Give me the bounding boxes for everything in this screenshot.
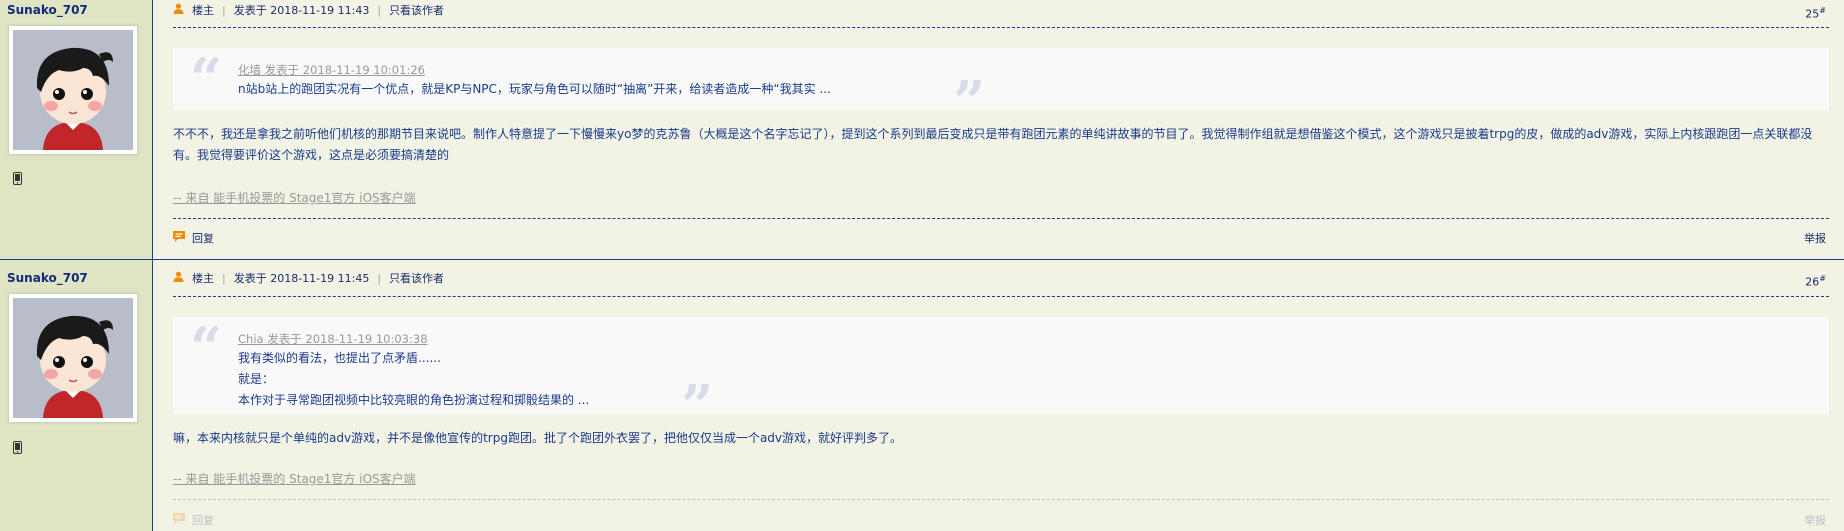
post-time: 发表于 2018-11-19 11:43 (233, 4, 370, 17)
reply-label: 回复 (192, 514, 214, 527)
avatar[interactable] (8, 293, 138, 423)
report-link[interactable]: 举报 (1804, 230, 1826, 246)
footer-divider (173, 499, 1829, 500)
client-source-link[interactable]: -- 来自 能手机投票的 Stage1官方 iOS客户端 (173, 189, 416, 206)
floor-sup: # (1819, 6, 1826, 15)
meta-divider (173, 296, 1829, 297)
divider: | (377, 272, 382, 285)
quote-line: 本作对于寻常跑团视频中比较亮眼的角色扮演过程和掷骰结果的 ... (238, 393, 590, 407)
post-26: Sunako_707 楼主 | 发表于 2018-11-19 11:45 | 只… (0, 260, 1844, 531)
meta-divider (173, 27, 1829, 28)
close-quote-icon: ” (953, 69, 986, 135)
avatar[interactable] (8, 25, 138, 155)
post-body: 不不不，我还是拿我之前听他们机核的那期节目来说吧。制作人特意提了一下慢慢来yo梦… (173, 127, 1813, 162)
reply-bubble-icon (173, 231, 185, 245)
only-author-link[interactable]: 只看该作者 (389, 3, 444, 19)
post-content: 楼主 | 发表于 2018-11-19 11:43 | 只看该作者 25# “ … (153, 0, 1844, 259)
reply-label: 回复 (192, 232, 214, 245)
user-icon (173, 271, 184, 287)
floor-sup: # (1819, 274, 1826, 283)
only-author-link[interactable]: 只看该作者 (389, 271, 444, 287)
open-quote-icon: “ (190, 315, 223, 381)
quote-header[interactable]: Chia 发表于 2018-11-19 10:03:38 (238, 331, 428, 347)
avatar-image (13, 298, 133, 418)
avatar-image (13, 30, 133, 150)
close-quote-icon: ” (681, 373, 714, 439)
author-name[interactable]: Sunako_707 (0, 0, 152, 19)
quote-line: n站b站上的跑团实况有一个优点，就是KP与NPC，玩家与角色可以随时“抽离”开来… (238, 82, 831, 96)
quote-line: 我有类似的看法，也提出了点矛盾...... (238, 351, 441, 365)
divider: | (222, 4, 226, 17)
author-sidebar: Sunako_707 (0, 0, 153, 259)
floor-number[interactable]: 26# (1805, 271, 1826, 291)
mobile-phone-icon (13, 172, 22, 188)
floor-value: 26 (1805, 275, 1820, 289)
post-body: 嘛，本来内核就只是个单纯的adv游戏，并不是像他宣传的trpg跑团。批了个跑团外… (173, 431, 903, 445)
divider: | (377, 4, 382, 17)
post-25: Sunako_707 楼主 | 发表于 2018-11-19 11:43 | 只… (0, 0, 1844, 260)
post-time: 发表于 2018-11-19 11:45 (233, 272, 370, 285)
client-source-link[interactable]: -- 来自 能手机投票的 Stage1官方 iOS客户端 (173, 470, 416, 487)
quote-block: “ 化墙 发表于 2018-11-19 10:01:26 n站b站上的跑团实况有… (173, 46, 1829, 130)
floor-number[interactable]: 25# (1805, 3, 1826, 23)
post-meta: 楼主 | 发表于 2018-11-19 11:45 | 只看该作者 (173, 271, 444, 287)
reply-button[interactable]: 回复 (173, 512, 214, 528)
divider: | (222, 272, 226, 285)
author-sidebar: Sunako_707 (0, 260, 153, 531)
mobile-phone-icon (13, 441, 22, 457)
op-label: 楼主 (192, 272, 214, 285)
author-name[interactable]: Sunako_707 (0, 260, 152, 287)
post-content: 楼主 | 发表于 2018-11-19 11:45 | 只看该作者 26# “ … (153, 260, 1844, 531)
quote-block: “ Chia 发表于 2018-11-19 10:03:38 我有类似的看法，也… (173, 315, 1829, 434)
open-quote-icon: “ (190, 46, 223, 112)
quote-header[interactable]: 化墙 发表于 2018-11-19 10:01:26 (238, 62, 425, 78)
user-icon (173, 3, 184, 19)
reply-button[interactable]: 回复 (173, 230, 214, 246)
report-link[interactable]: 举报 (1804, 512, 1826, 528)
post-meta: 楼主 | 发表于 2018-11-19 11:43 | 只看该作者 (173, 3, 444, 19)
footer-divider (173, 218, 1829, 219)
quote-line: 就是： (238, 372, 275, 386)
floor-value: 25 (1805, 7, 1820, 21)
reply-bubble-icon (173, 513, 185, 527)
op-label: 楼主 (192, 4, 214, 17)
